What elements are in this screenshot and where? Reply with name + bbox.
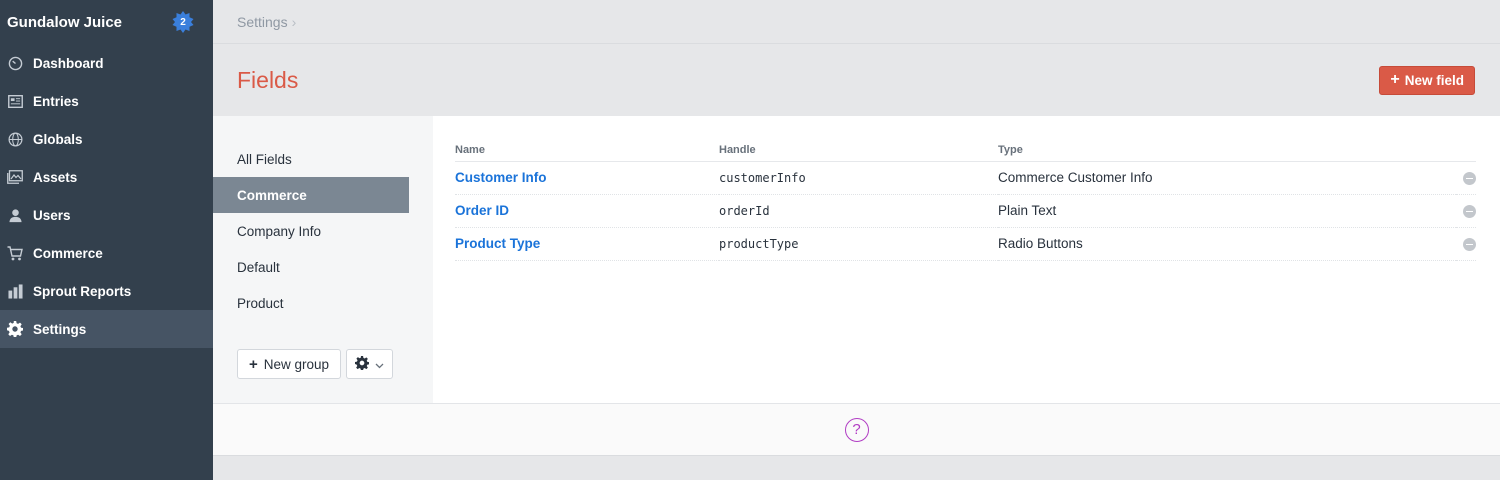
column-header-handle[interactable]: Handle xyxy=(719,144,998,162)
group-product[interactable]: Product xyxy=(213,285,409,321)
field-handle: customerInfo xyxy=(719,161,998,195)
delete-cell xyxy=(1456,161,1476,195)
breadcrumb: Settings › xyxy=(213,0,1500,44)
question-icon[interactable]: ? xyxy=(844,417,869,442)
nav-item-users[interactable]: Users xyxy=(0,196,213,234)
page-header: Fields + New field xyxy=(213,44,1500,116)
nav-item-commerce[interactable]: Commerce xyxy=(0,234,213,272)
cart-icon xyxy=(7,245,23,261)
column-header-name[interactable]: Name xyxy=(455,144,719,162)
table-header-row: Name Handle Type xyxy=(455,144,1476,162)
nav-label: Globals xyxy=(33,131,83,147)
field-handle: productType xyxy=(719,227,998,261)
delete-icon[interactable] xyxy=(1463,171,1476,185)
group-default[interactable]: Default xyxy=(213,249,409,285)
group-company-info[interactable]: Company Info xyxy=(213,213,409,249)
nav-label: Sprout Reports xyxy=(33,283,132,299)
new-group-label: New group xyxy=(263,356,330,372)
nav-item-globals[interactable]: Globals xyxy=(0,120,213,158)
content-pane: All Fields Commerce Company Info Default… xyxy=(213,116,1500,404)
site-header: Gundalow Juice 2 xyxy=(0,0,213,44)
field-type: Radio Buttons xyxy=(998,227,1456,261)
field-name-link[interactable]: Order ID xyxy=(455,194,719,228)
delete-cell xyxy=(1456,194,1476,228)
sidebar: Gundalow Juice 2 Dashboard Entries Globa… xyxy=(0,0,213,480)
field-name-link[interactable]: Customer Info xyxy=(455,161,719,195)
site-name[interactable]: Gundalow Juice xyxy=(7,14,122,31)
nav-item-settings[interactable]: Settings xyxy=(0,310,213,348)
nav-label: Entries xyxy=(33,93,79,109)
field-type: Plain Text xyxy=(998,194,1456,228)
new-field-button[interactable]: + New field xyxy=(1379,65,1475,95)
field-name-link[interactable]: Product Type xyxy=(455,227,719,261)
notification-badge[interactable]: 2 xyxy=(172,11,194,33)
globe-icon xyxy=(7,131,23,147)
field-groups-sidebar: All Fields Commerce Company Info Default… xyxy=(213,116,433,403)
entries-icon xyxy=(7,93,23,109)
gear-icon xyxy=(7,321,23,337)
nav-label: Settings xyxy=(33,321,87,337)
nav-item-sprout-reports[interactable]: Sprout Reports xyxy=(0,272,213,310)
table-row: Customer Info customerInfo Commerce Cust… xyxy=(455,161,1476,195)
breadcrumb-separator: › xyxy=(291,13,297,30)
nav-label: Commerce xyxy=(33,245,103,261)
group-all-fields[interactable]: All Fields xyxy=(213,141,409,177)
column-header-delete xyxy=(1456,144,1476,162)
group-commerce[interactable]: Commerce xyxy=(213,177,409,213)
nav-item-entries[interactable]: Entries xyxy=(0,82,213,120)
delete-icon[interactable] xyxy=(1463,204,1476,218)
fields-table-area: Name Handle Type Customer Info customerI… xyxy=(433,116,1500,403)
delete-cell xyxy=(1456,227,1476,261)
nav-label: Assets xyxy=(33,169,78,185)
breadcrumb-settings[interactable]: Settings xyxy=(237,14,288,30)
badge-count: 2 xyxy=(180,16,186,28)
dashboard-icon xyxy=(7,55,23,71)
group-settings-menu-button[interactable] xyxy=(346,349,394,379)
chevron-down-icon xyxy=(375,357,384,372)
fields-table: Name Handle Type Customer Info customerI… xyxy=(455,144,1476,261)
nav-item-dashboard[interactable]: Dashboard xyxy=(0,44,213,82)
group-actions: + New group xyxy=(237,349,394,379)
table-row: Product Type productType Radio Buttons xyxy=(455,227,1476,261)
field-handle: orderId xyxy=(719,194,998,228)
plus-icon: + xyxy=(1390,71,1400,88)
nav-label: Users xyxy=(33,207,71,223)
footer: ? xyxy=(213,404,1500,456)
gear-icon xyxy=(355,355,370,373)
nav-item-assets[interactable]: Assets xyxy=(0,158,213,196)
users-icon xyxy=(7,207,23,223)
plus-icon: + xyxy=(249,355,258,373)
new-group-button[interactable]: + New group xyxy=(237,349,342,379)
assets-icon xyxy=(7,169,23,185)
bar-chart-icon xyxy=(7,283,23,299)
main-area: Settings › Fields + New field All Fields… xyxy=(213,0,1500,480)
new-field-label: New field xyxy=(1404,72,1464,88)
delete-icon[interactable] xyxy=(1463,237,1476,251)
page-title: Fields xyxy=(237,66,299,93)
nav-label: Dashboard xyxy=(33,55,104,71)
column-header-type[interactable]: Type xyxy=(998,144,1456,162)
field-type: Commerce Customer Info xyxy=(998,161,1456,195)
table-row: Order ID orderId Plain Text xyxy=(455,194,1476,228)
